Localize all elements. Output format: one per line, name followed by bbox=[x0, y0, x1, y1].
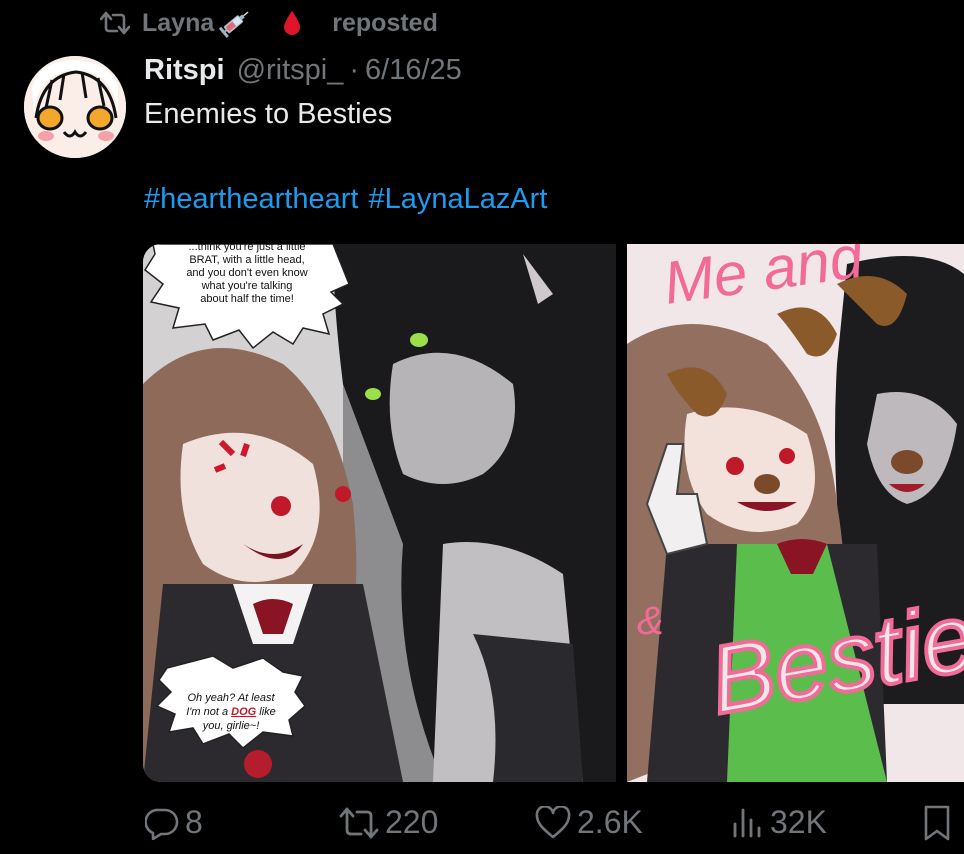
syringe-icon bbox=[218, 8, 264, 38]
hashtag-link[interactable]: #heartheartheart bbox=[144, 183, 358, 216]
like-button[interactable]: 2.6K bbox=[535, 804, 643, 841]
speech-top-line: ...think you're just a little bbox=[188, 244, 305, 253]
speech-top-line: BRAT, with a little head, bbox=[189, 254, 304, 266]
post-date[interactable]: 6/16/25 bbox=[365, 54, 462, 87]
post-header: Ritspi @ritspi_ · 6/16/25 bbox=[144, 54, 462, 87]
media-gallery: ...think you're just a little BRAT, with… bbox=[143, 244, 964, 782]
speech-bottom-word: I'm not a bbox=[186, 706, 228, 718]
avatar[interactable] bbox=[24, 56, 126, 158]
speech-bottom-line: you, girlie~! bbox=[202, 720, 260, 732]
reply-button[interactable]: 8 bbox=[145, 804, 203, 841]
speech-top-line: and you don't even know bbox=[186, 267, 307, 279]
separator-dot: · bbox=[349, 54, 360, 86]
bookmark-icon bbox=[924, 805, 950, 841]
speech-bottom-word: you, bbox=[202, 720, 224, 732]
speech-bottom-word: girlie~! bbox=[227, 720, 260, 732]
repost-indicator[interactable]: Layna reposted bbox=[100, 8, 438, 38]
post-text: Enemies to Besties bbox=[144, 98, 393, 130]
views-button[interactable]: 32K bbox=[730, 804, 827, 841]
like-count: 2.6K bbox=[577, 804, 643, 840]
speech-bottom-line: Oh yeah? At least bbox=[187, 692, 275, 704]
hashtag-link[interactable]: #LaynaLazArt bbox=[368, 183, 547, 216]
repost-icon bbox=[339, 807, 379, 838]
speech-top-line: about half the time! bbox=[200, 293, 294, 305]
speech-bottom-word: DOG bbox=[231, 706, 257, 718]
repost-label: reposted bbox=[332, 8, 438, 37]
blood-drop-icon bbox=[282, 9, 314, 37]
heart-icon bbox=[535, 805, 571, 838]
speech-bottom-line: I'm not a DOG like bbox=[186, 706, 276, 718]
speech-top-line: what you're talking bbox=[201, 280, 293, 292]
artwork-image-2[interactable]: Me and & Besties bbox=[627, 244, 964, 782]
reposter-name[interactable]: Layna bbox=[142, 9, 214, 38]
repost-button[interactable]: 220 bbox=[339, 804, 438, 841]
views-chart-icon bbox=[733, 808, 761, 837]
views-count: 32K bbox=[770, 804, 827, 840]
user-handle[interactable]: @ritspi_ bbox=[237, 54, 344, 87]
hashtags: #heartheartheart #LaynaLazArt bbox=[144, 183, 547, 216]
action-bar: 8 220 2.6K 32K bbox=[0, 800, 964, 852]
bookmark-button[interactable] bbox=[922, 804, 958, 842]
artwork-ampersand: & bbox=[637, 599, 664, 643]
reply-count: 8 bbox=[185, 804, 203, 840]
repost-icon bbox=[100, 11, 130, 35]
repost-count: 220 bbox=[385, 804, 439, 840]
reply-icon bbox=[145, 808, 179, 840]
display-name[interactable]: Ritspi bbox=[144, 54, 225, 87]
speech-bottom-word: like bbox=[259, 706, 276, 718]
artwork-image-1[interactable]: ...think you're just a little BRAT, with… bbox=[143, 244, 616, 782]
